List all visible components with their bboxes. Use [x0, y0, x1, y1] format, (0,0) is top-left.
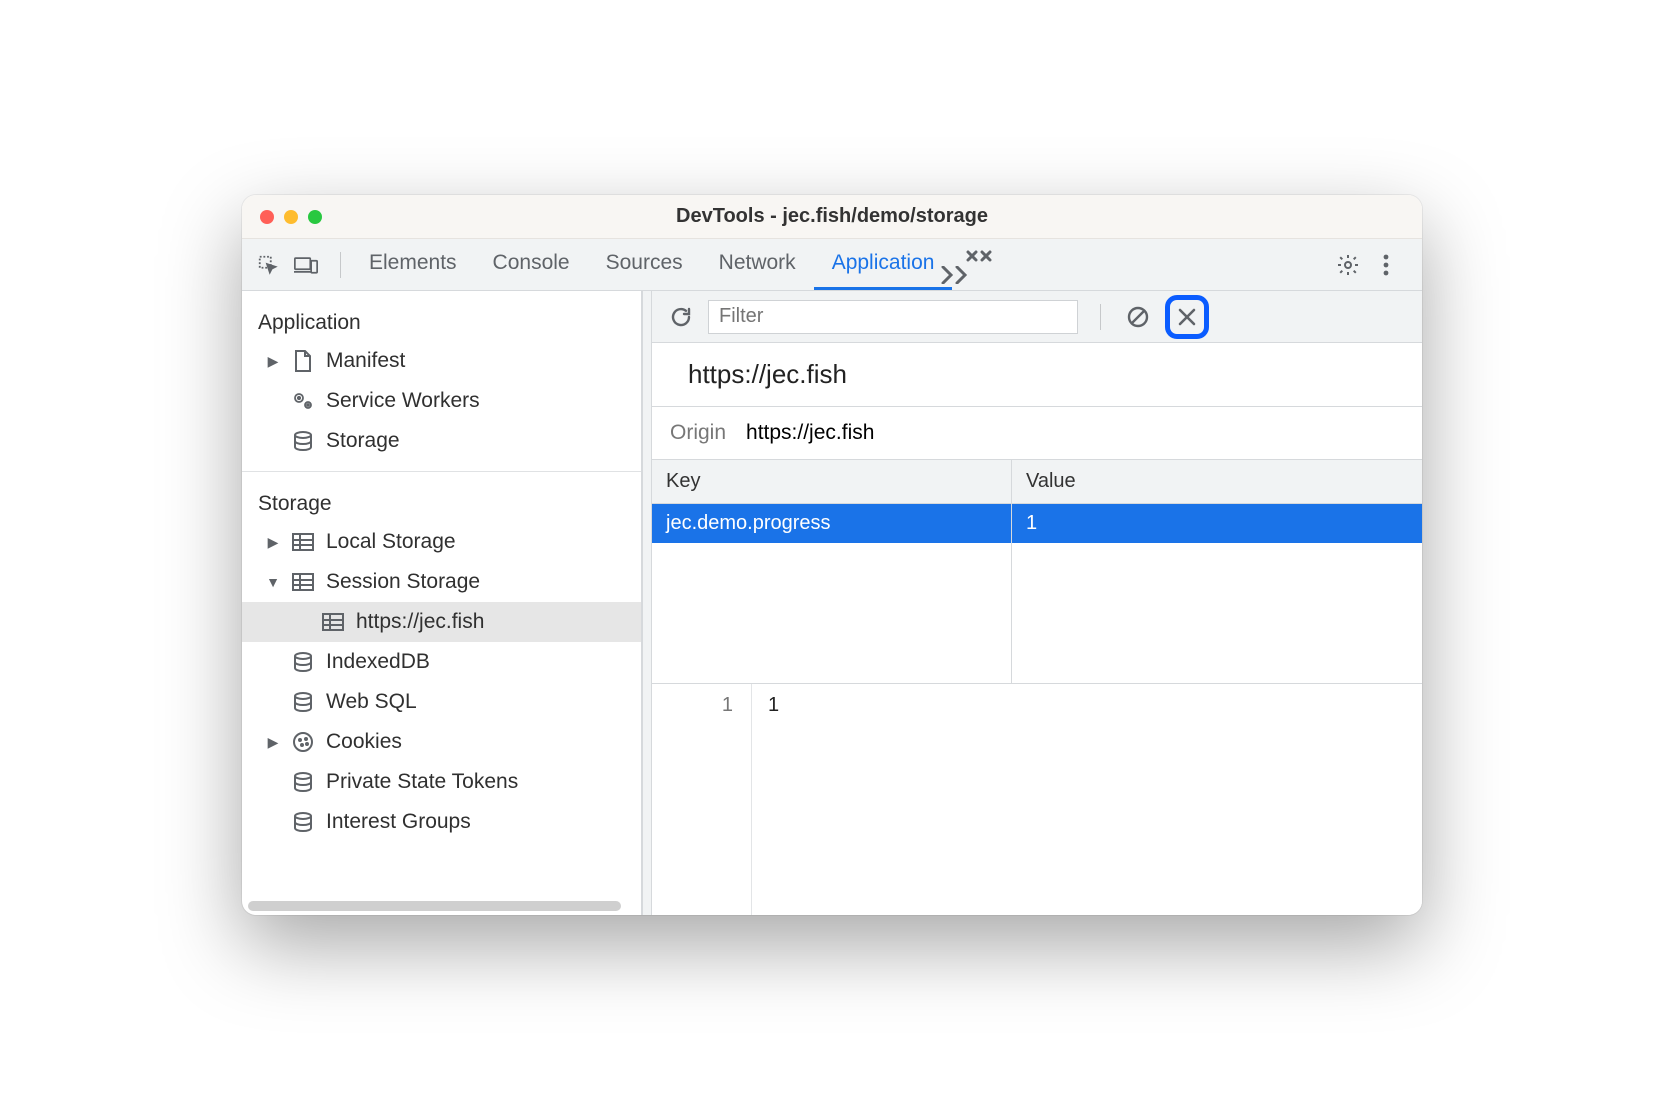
expand-icon: ▶	[266, 734, 280, 751]
refresh-icon[interactable]	[666, 302, 696, 332]
tab-console[interactable]: Console	[475, 239, 588, 290]
divider	[1100, 304, 1101, 330]
sidebar-item-label: Cookies	[326, 730, 402, 754]
sidebar-item-label: Service Workers	[326, 389, 480, 413]
table-icon	[290, 572, 316, 592]
sidebar-item-label: Session Storage	[326, 570, 480, 594]
sidebar-item-indexeddb[interactable]: IndexedDB	[242, 642, 641, 682]
divider	[340, 252, 341, 278]
cookie-icon	[290, 731, 316, 753]
sidebar-item-label: Interest Groups	[326, 810, 471, 834]
sidebar-item-websql[interactable]: Web SQL	[242, 682, 641, 722]
tab-elements[interactable]: Elements	[351, 239, 475, 290]
database-icon	[290, 651, 316, 673]
settings-icon[interactable]	[1334, 251, 1362, 279]
sidebar-item-label: IndexedDB	[326, 650, 430, 674]
sidebar-item-label: Private State Tokens	[326, 770, 518, 794]
preview-line-number: 1	[652, 684, 752, 915]
sidebar-item-local-storage[interactable]: ▶ Local Storage	[242, 522, 641, 562]
clear-all-icon[interactable]	[1123, 302, 1153, 332]
horizontal-scrollbar[interactable]	[248, 901, 621, 911]
table-row[interactable]: jec.demo.progress 1	[652, 504, 1422, 543]
more-tabs-icon[interactable]	[966, 246, 992, 284]
table-icon	[320, 612, 346, 632]
database-icon	[290, 430, 316, 452]
sidebar-item-label: Manifest	[326, 349, 405, 373]
table-icon	[290, 532, 316, 552]
cell-key: jec.demo.progress	[652, 504, 1012, 543]
device-toggle-icon[interactable]	[292, 251, 320, 279]
database-icon	[290, 811, 316, 833]
sidebar-item-storage-overview[interactable]: Storage	[242, 421, 641, 461]
origin-heading: https://jec.fish	[652, 343, 1422, 407]
sidebar-item-manifest[interactable]: ▶ Manifest	[242, 341, 641, 381]
sidebar-item-label: Web SQL	[326, 690, 417, 714]
database-icon	[290, 771, 316, 793]
inspect-icon[interactable]	[254, 251, 282, 279]
gears-icon	[290, 390, 316, 412]
file-icon	[290, 349, 316, 373]
panel-body: Application ▶ Manifest Service Workers	[242, 291, 1422, 915]
annotation-highlight	[1165, 295, 1209, 339]
value-preview: 1 1	[652, 683, 1422, 915]
devtools-tabbar: Elements Console Sources Network Applica…	[242, 239, 1422, 291]
window-title: DevTools - jec.fish/demo/storage	[242, 205, 1422, 228]
devtools-window: DevTools - jec.fish/demo/storage Element…	[242, 195, 1422, 915]
section-storage: Storage	[242, 482, 641, 522]
sidebar-item-service-workers[interactable]: Service Workers	[242, 381, 641, 421]
preview-content: 1	[752, 684, 795, 915]
sidebar-item-label: Storage	[326, 429, 400, 453]
database-icon	[290, 691, 316, 713]
sidebar-resizer[interactable]	[642, 291, 652, 915]
sidebar-item-interest-groups[interactable]: Interest Groups	[242, 802, 641, 842]
sidebar-item-label: https://jec.fish	[356, 610, 484, 634]
table-header: Key Value	[652, 460, 1422, 504]
storage-toolbar	[652, 291, 1422, 343]
storage-table: Key Value jec.demo.progress 1	[652, 460, 1422, 683]
kebab-menu-icon[interactable]	[1372, 251, 1400, 279]
filter-input[interactable]	[708, 300, 1078, 334]
tab-network[interactable]: Network	[701, 239, 814, 290]
section-application: Application	[242, 301, 641, 341]
expand-icon: ▶	[266, 353, 280, 370]
tab-sources[interactable]: Sources	[588, 239, 701, 290]
sidebar-item-session-storage[interactable]: ▼ Session Storage	[242, 562, 641, 602]
column-header-key[interactable]: Key	[652, 460, 1012, 503]
origin-row: Origin https://jec.fish	[652, 407, 1422, 460]
titlebar: DevTools - jec.fish/demo/storage	[242, 195, 1422, 239]
tabs: Elements Console Sources Network Applica…	[351, 239, 952, 290]
table-empty-area[interactable]	[652, 543, 1422, 683]
delete-selected-icon[interactable]	[1172, 302, 1202, 332]
sidebar-item-label: Local Storage	[326, 530, 456, 554]
sidebar-item-session-origin[interactable]: https://jec.fish	[242, 602, 641, 642]
divider	[242, 471, 641, 472]
session-storage-panel: https://jec.fish Origin https://jec.fish…	[652, 291, 1422, 915]
sidebar-item-cookies[interactable]: ▶ Cookies	[242, 722, 641, 762]
sidebar-item-private-state-tokens[interactable]: Private State Tokens	[242, 762, 641, 802]
column-header-value[interactable]: Value	[1012, 460, 1422, 503]
origin-label: Origin	[670, 421, 726, 445]
expand-icon: ▶	[266, 534, 280, 551]
tab-application[interactable]: Application	[814, 239, 953, 290]
application-sidebar: Application ▶ Manifest Service Workers	[242, 291, 642, 915]
origin-value: https://jec.fish	[746, 421, 874, 445]
cell-value: 1	[1012, 504, 1422, 543]
collapse-icon: ▼	[266, 574, 280, 590]
